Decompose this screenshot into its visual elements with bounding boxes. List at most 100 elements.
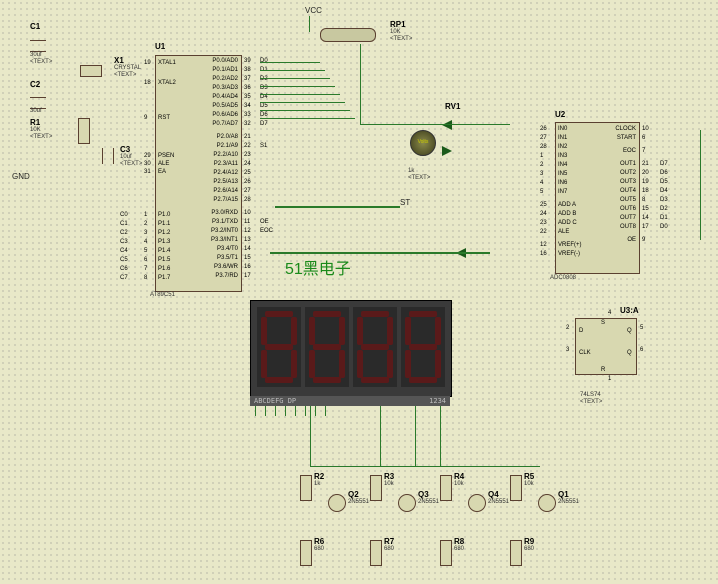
u1-pin-label: P1.4 — [158, 248, 170, 254]
rp1-ref: RP1 — [390, 20, 406, 29]
r7-ref: R7 — [384, 537, 394, 546]
u2-pin-label: IN1 — [558, 135, 567, 141]
u2-pin-num: 4 — [540, 180, 543, 186]
u3-q-pin: Q — [627, 328, 632, 334]
u1-pin-label: P1.5 — [158, 257, 170, 263]
u1-pin-label: P2.1/A9 — [200, 143, 238, 149]
u1-pin-label: P0.5/AD5 — [200, 103, 238, 109]
vcc-label: VCC — [305, 6, 322, 15]
u1-pin-num: 11 — [244, 219, 250, 225]
u3-clk-pin: CLK — [579, 350, 591, 356]
u1-pin-label: XTAL1 — [158, 60, 176, 66]
u2-pin-sig: D3 — [660, 197, 668, 203]
capacitor-c1 — [30, 40, 46, 52]
u2-pin-num: 25 — [540, 202, 547, 208]
crystal-x1 — [80, 65, 102, 77]
wire — [310, 466, 540, 467]
p1-net-label: C3 — [120, 239, 128, 245]
wire — [260, 110, 350, 111]
wire — [415, 406, 416, 466]
r4-val: 10k — [454, 481, 464, 487]
pot-arrow-right — [442, 146, 452, 156]
st-netlabel: ST — [400, 198, 410, 207]
rv1-val: 1k — [408, 168, 414, 174]
u1-pin-num: 29 — [144, 153, 151, 159]
u2-part: ADC0808 — [550, 275, 576, 281]
rp1-val: 10K — [390, 29, 401, 35]
u1-pin-label: P0.1/AD1 — [200, 67, 238, 73]
u1-pin-label: P2.0/A8 — [200, 134, 238, 140]
u3-ref: U3:A — [620, 306, 639, 315]
q3-ref: Q3 — [418, 490, 429, 499]
u1-pin-num: 3 — [144, 230, 147, 236]
u1-pin-label: P1.6 — [158, 266, 170, 272]
u2-pin-label: OE — [604, 237, 636, 243]
u2-pin-num: 18 — [642, 188, 649, 194]
u2-pin-num: 19 — [642, 179, 649, 185]
u1-pin-label: PSEN — [158, 153, 174, 159]
u1-pin-label: P3.2/INT0 — [200, 228, 238, 234]
u1-pin-num: 24 — [244, 161, 251, 167]
u2-pin-label: VREF(+) — [558, 242, 582, 248]
x1-ref: X1 — [114, 56, 124, 65]
u2-pin-label: ADD A — [558, 202, 576, 208]
wire — [380, 406, 381, 466]
u1-pin-label: P3.4/T0 — [200, 246, 238, 252]
u2-pin-num: 10 — [642, 126, 649, 132]
u2-ref: U2 — [555, 110, 565, 119]
u2-pin-num: 14 — [642, 215, 649, 221]
u2-pin-label: OUT1 — [604, 161, 636, 167]
u2-pin-sig: D6 — [660, 170, 668, 176]
resistor-r1 — [78, 118, 90, 144]
u1-pin-num: 16 — [244, 264, 251, 270]
p1-net-label: C5 — [120, 257, 128, 263]
p1-net-label: C2 — [120, 230, 128, 236]
u2-pin-label: OUT7 — [604, 215, 636, 221]
u2-pin-sig: D7 — [660, 161, 668, 167]
u2-pin-num: 7 — [642, 148, 645, 154]
p1-net-label: C4 — [120, 248, 128, 254]
u1-pin-num: 7 — [144, 266, 147, 272]
u1-pin-label: P3.7/RD — [200, 273, 238, 279]
rv1-part: <TEXT> — [408, 175, 430, 181]
p1-net-label: C0 — [120, 212, 128, 218]
transistor-q1 — [538, 494, 556, 512]
u2-pin-num: 23 — [540, 220, 547, 226]
bus-wire-1 — [270, 252, 490, 254]
u2-pin-num: 1 — [540, 153, 543, 159]
u2-pin-label: OUT4 — [604, 188, 636, 194]
transistor-q3 — [398, 494, 416, 512]
u1-pin-label: P1.3 — [158, 239, 170, 245]
u3-d-num: 2 — [566, 325, 569, 331]
wire — [260, 78, 330, 79]
u1-pin-sig: S1 — [260, 143, 267, 149]
u1-pin-num: 28 — [244, 197, 251, 203]
u1-pin-num: 26 — [244, 179, 251, 185]
c3-val: 10uf — [120, 154, 132, 160]
u2-pin-num: 8 — [642, 197, 645, 203]
u2-pin-label: OUT3 — [604, 179, 636, 185]
wire — [360, 44, 361, 124]
capacitor-c3 — [102, 148, 114, 164]
u1-pin-num: 9 — [144, 115, 147, 121]
u1-pin-label: P0.3/AD3 — [200, 85, 238, 91]
r9-ref: R9 — [524, 537, 534, 546]
u1-pin-label: P2.6/A14 — [200, 188, 238, 194]
u1-pin-num: 34 — [244, 103, 251, 109]
wire — [260, 118, 355, 119]
u1-pin-sig: D5 — [260, 103, 268, 109]
u2-pin-label: IN3 — [558, 153, 567, 159]
u2-pin-num: 5 — [540, 189, 543, 195]
u2-pin-num: 26 — [540, 126, 547, 132]
u2-pin-label: IN7 — [558, 189, 567, 195]
u2-pin-num: 9 — [642, 237, 645, 243]
u2-pin-label: EOC — [604, 148, 636, 154]
bus-wire-2 — [275, 206, 400, 208]
u1-pin-label: P2.4/A12 — [200, 170, 238, 176]
u2-pin-label: OUT2 — [604, 170, 636, 176]
u3-s-num: 4 — [608, 310, 611, 316]
u1-pin-num: 39 — [244, 58, 251, 64]
u2-pin-sig: D4 — [660, 188, 668, 194]
u1-pin-num: 2 — [144, 221, 147, 227]
q4-val: 2N5551 — [488, 499, 509, 505]
